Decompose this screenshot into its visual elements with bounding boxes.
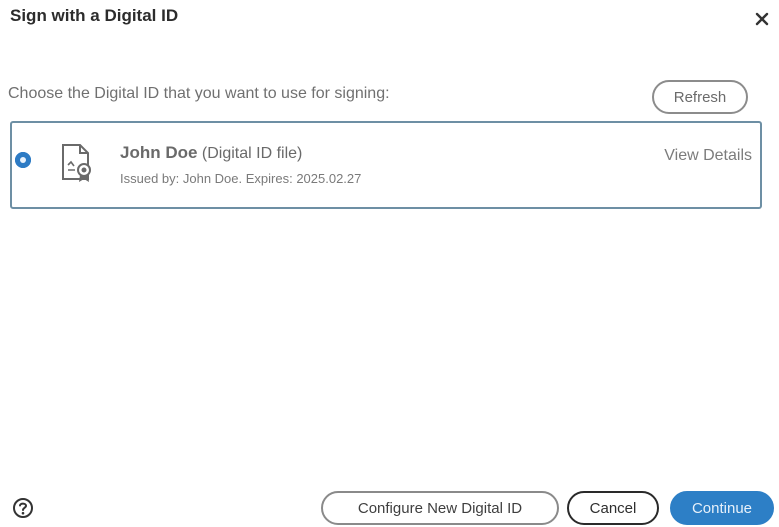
sign-digital-id-dialog: Sign with a Digital ID Choose the Digita… bbox=[0, 0, 779, 527]
refresh-button[interactable]: Refresh bbox=[652, 80, 748, 114]
certificate-file-icon bbox=[62, 144, 91, 182]
help-button[interactable] bbox=[12, 497, 34, 519]
digital-id-type: (Digital ID file) bbox=[201, 145, 303, 162]
view-details-link[interactable]: View Details bbox=[664, 147, 752, 165]
help-icon bbox=[13, 498, 33, 518]
close-button[interactable] bbox=[751, 8, 773, 30]
id-radio-selected[interactable] bbox=[15, 152, 31, 168]
digital-id-issued: Issued by: John Doe. Expires: 2025.02.27 bbox=[120, 171, 362, 186]
continue-button[interactable]: Continue bbox=[670, 491, 774, 525]
configure-new-id-button[interactable]: Configure New Digital ID bbox=[321, 491, 559, 525]
choose-id-prompt: Choose the Digital ID that you want to u… bbox=[8, 85, 390, 102]
digital-id-item[interactable]: John Doe (Digital ID file) Issued by: Jo… bbox=[12, 123, 760, 207]
cancel-button[interactable]: Cancel bbox=[567, 491, 659, 525]
digital-id-list: John Doe (Digital ID file) Issued by: Jo… bbox=[10, 121, 762, 209]
dialog-title: Sign with a Digital ID bbox=[10, 6, 179, 25]
close-icon bbox=[755, 12, 769, 26]
digital-id-name: John Doe bbox=[120, 143, 198, 162]
digital-id-name-line: John Doe (Digital ID file) bbox=[120, 143, 302, 163]
